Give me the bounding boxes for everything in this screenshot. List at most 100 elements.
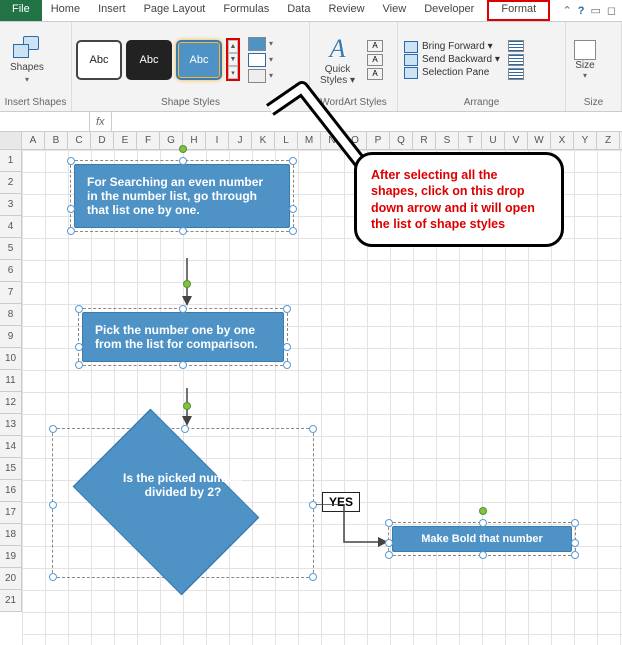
col-header[interactable]: R — [413, 132, 436, 149]
col-header[interactable]: M — [298, 132, 321, 149]
tab-review[interactable]: Review — [319, 0, 373, 21]
row-header[interactable]: 6 — [0, 260, 22, 282]
bring-forward-icon — [404, 41, 418, 53]
row-header[interactable]: 10 — [0, 348, 22, 370]
col-header[interactable]: C — [68, 132, 91, 149]
spinner-more-icon[interactable]: ▾ — [228, 66, 238, 79]
row-header[interactable]: 9 — [0, 326, 22, 348]
text-fill-button[interactable]: A — [367, 40, 383, 52]
col-header[interactable]: I — [206, 132, 229, 149]
row-header[interactable]: 12 — [0, 392, 22, 414]
tab-data[interactable]: Data — [278, 0, 319, 21]
col-header[interactable]: K — [252, 132, 275, 149]
col-header[interactable]: E — [114, 132, 137, 149]
fx-icon[interactable]: fx — [90, 116, 111, 128]
shape-style-2[interactable]: Abc — [126, 40, 172, 80]
shape-style-3[interactable]: Abc — [176, 40, 222, 80]
col-header[interactable]: T — [459, 132, 482, 149]
shape-style-1[interactable]: Abc — [76, 40, 122, 80]
row-header[interactable]: 7 — [0, 282, 22, 304]
col-header[interactable]: B — [45, 132, 68, 149]
col-header[interactable]: W — [528, 132, 551, 149]
flow-step-4[interactable]: Make Bold that number — [388, 522, 576, 556]
tab-page-layout[interactable]: Page Layout — [135, 0, 215, 21]
row-header[interactable]: 15 — [0, 458, 22, 480]
col-header[interactable]: Y — [574, 132, 597, 149]
selection-pane-icon — [404, 67, 418, 79]
selection-pane-button[interactable]: Selection Pane — [404, 67, 500, 79]
help-icon[interactable]: ? — [578, 5, 585, 17]
row-header[interactable]: 8 — [0, 304, 22, 326]
flow-step-1[interactable]: For Searching an even number in the numb… — [70, 160, 294, 232]
outline-icon — [248, 53, 266, 67]
formula-input[interactable] — [111, 112, 622, 131]
row-header[interactable]: 16 — [0, 480, 22, 502]
window-max-icon[interactable]: ◻ — [607, 4, 616, 17]
row-header[interactable]: 21 — [0, 590, 22, 612]
tab-insert[interactable]: Insert — [89, 0, 135, 21]
tab-formulas[interactable]: Formulas — [214, 0, 278, 21]
col-header[interactable]: F — [137, 132, 160, 149]
bring-forward-button[interactable]: Bring Forward ▾ — [404, 41, 500, 53]
tab-view[interactable]: View — [374, 0, 416, 21]
shape-styles-more[interactable]: ▲ ▼ ▾ — [226, 38, 240, 81]
window-min-icon[interactable]: ▭ — [590, 4, 600, 17]
spinner-up-icon[interactable]: ▲ — [228, 40, 238, 53]
tab-developer[interactable]: Developer — [415, 0, 483, 21]
row-header[interactable]: 19 — [0, 546, 22, 568]
text-outline-button[interactable]: A — [367, 54, 383, 66]
col-header[interactable]: U — [482, 132, 505, 149]
row-header[interactable]: 17 — [0, 502, 22, 524]
shape-outline-button[interactable]: ▾ — [248, 53, 273, 67]
col-header[interactable]: D — [91, 132, 114, 149]
quick-styles-button[interactable]: A Quick Styles ▾ — [314, 30, 361, 90]
col-header[interactable]: L — [275, 132, 298, 149]
row-header[interactable]: 20 — [0, 568, 22, 590]
select-all-corner[interactable] — [0, 132, 22, 149]
col-header[interactable]: O — [344, 132, 367, 149]
bucket-icon — [248, 37, 266, 51]
col-header[interactable]: S — [436, 132, 459, 149]
group-button[interactable] — [508, 54, 524, 66]
row-header[interactable]: 13 — [0, 414, 22, 436]
col-header[interactable]: P — [367, 132, 390, 149]
col-header[interactable]: Q — [390, 132, 413, 149]
group-shape-styles: Shape Styles — [76, 95, 305, 111]
spinner-down-icon[interactable]: ▼ — [228, 53, 238, 66]
flow-decision[interactable]: Is the picked number divided by 2? — [52, 428, 314, 578]
row-header[interactable]: 14 — [0, 436, 22, 458]
row-header[interactable]: 3 — [0, 194, 22, 216]
ribbon-collapse-icon[interactable]: ⌃ — [563, 4, 572, 17]
flow-step-2[interactable]: Pick the number one by one from the list… — [78, 308, 288, 366]
ribbon: Shapes ▾ Insert Shapes Abc Abc Abc ▲ ▼ ▾… — [0, 22, 622, 112]
row-header[interactable]: 5 — [0, 238, 22, 260]
col-header[interactable]: A — [22, 132, 45, 149]
row-header[interactable]: 1 — [0, 150, 22, 172]
name-box[interactable] — [0, 112, 90, 131]
tab-format[interactable]: Format — [487, 0, 550, 21]
row-header[interactable]: 4 — [0, 216, 22, 238]
tab-file[interactable]: File — [0, 0, 42, 21]
col-header[interactable]: V — [505, 132, 528, 149]
send-backward-button[interactable]: Send Backward ▾ — [404, 54, 500, 66]
tab-home[interactable]: Home — [42, 0, 89, 21]
row-header[interactable]: 2 — [0, 172, 22, 194]
col-header[interactable]: N — [321, 132, 344, 149]
col-header[interactable]: J — [229, 132, 252, 149]
group-size: Size — [570, 95, 617, 111]
shapes-label: Shapes — [10, 62, 44, 73]
callout[interactable]: After selecting all the shapes, click on… — [354, 152, 564, 247]
rotate-button[interactable] — [508, 68, 524, 80]
row-header[interactable]: 11 — [0, 370, 22, 392]
text-effects-button[interactable]: A — [367, 68, 383, 80]
shapes-button[interactable]: Shapes ▾ — [4, 32, 50, 88]
row-header[interactable]: 18 — [0, 524, 22, 546]
callout-text: After selecting all the shapes, click on… — [354, 152, 564, 247]
shape-fill-button[interactable]: ▾ — [248, 37, 273, 51]
shape-effects-button[interactable]: ▾ — [248, 69, 273, 83]
col-header[interactable]: Z — [597, 132, 620, 149]
size-button[interactable]: Size ▾ — [570, 36, 600, 84]
wordart-a-icon: A — [330, 34, 346, 64]
align-button[interactable] — [508, 40, 524, 52]
col-header[interactable]: X — [551, 132, 574, 149]
